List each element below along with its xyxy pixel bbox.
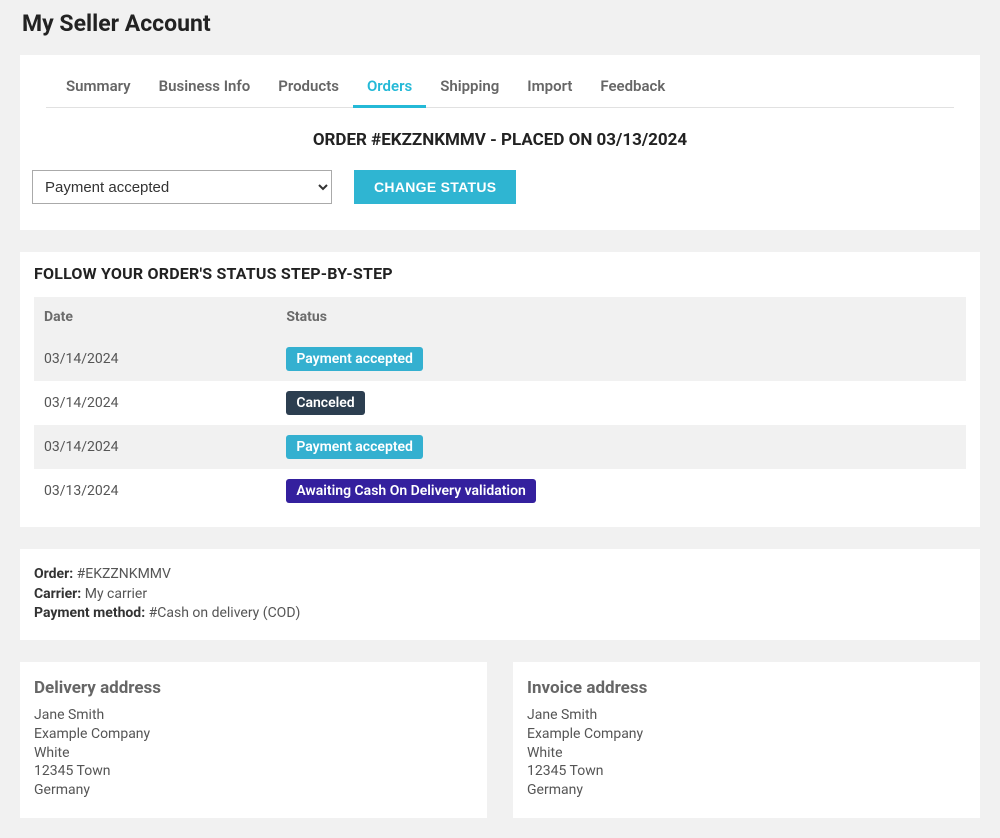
address-country: Germany <box>34 781 473 800</box>
tab-feedback[interactable]: Feedback <box>586 67 679 108</box>
status-history-card: FOLLOW YOUR ORDER'S STATUS STEP-BY-STEP … <box>20 252 980 527</box>
order-value: #EKZZNKMMV <box>77 566 171 582</box>
status-badge: Awaiting Cash On Delivery validation <box>286 479 536 503</box>
address-city: 12345 Town <box>527 762 966 781</box>
delivery-address-title: Delivery address <box>34 678 473 698</box>
invoice-address-card: Invoice address Jane Smith Example Compa… <box>513 662 980 818</box>
payment-method-value: #Cash on delivery (COD) <box>149 605 301 621</box>
cell-status: Canceled <box>276 381 966 425</box>
address-country: Germany <box>527 781 966 800</box>
cell-status: Awaiting Cash On Delivery validation <box>276 469 966 513</box>
col-status: Status <box>276 297 966 337</box>
status-history-title: FOLLOW YOUR ORDER'S STATUS STEP-BY-STEP <box>34 264 966 283</box>
tab-products[interactable]: Products <box>264 67 353 108</box>
status-change-row: Payment accepted CHANGE STATUS <box>32 170 954 204</box>
delivery-address-card: Delivery address Jane Smith Example Comp… <box>20 662 487 818</box>
col-date: Date <box>34 297 276 337</box>
tab-summary[interactable]: Summary <box>52 67 145 108</box>
address-name: Jane Smith <box>34 706 473 725</box>
tabs-bar: Summary Business Info Products Orders Sh… <box>46 67 954 108</box>
change-status-button[interactable]: CHANGE STATUS <box>354 170 516 204</box>
table-row: 03/13/2024 Awaiting Cash On Delivery val… <box>34 469 966 513</box>
delivery-address-body: Jane Smith Example Company White 12345 T… <box>34 706 473 800</box>
table-row: 03/14/2024 Payment accepted <box>34 337 966 381</box>
carrier-value: My carrier <box>85 586 147 602</box>
cell-date: 03/14/2024 <box>34 381 276 425</box>
address-company: Example Company <box>527 725 966 744</box>
table-row: 03/14/2024 Payment accepted <box>34 425 966 469</box>
cell-date: 03/14/2024 <box>34 425 276 469</box>
tab-business-info[interactable]: Business Info <box>145 67 265 108</box>
invoice-address-body: Jane Smith Example Company White 12345 T… <box>527 706 966 800</box>
order-heading: ORDER #EKZZNKMMV - PLACED ON 03/13/2024 <box>46 130 954 150</box>
address-company: Example Company <box>34 725 473 744</box>
status-badge: Payment accepted <box>286 347 423 371</box>
order-label: Order: <box>34 566 73 582</box>
tab-import[interactable]: Import <box>513 67 586 108</box>
cell-status: Payment accepted <box>276 337 966 381</box>
address-city: 12345 Town <box>34 762 473 781</box>
cell-date: 03/13/2024 <box>34 469 276 513</box>
order-card: Summary Business Info Products Orders Sh… <box>20 55 980 230</box>
status-history-table: Date Status 03/14/2024 Payment accepted … <box>34 297 966 513</box>
address-row: Delivery address Jane Smith Example Comp… <box>20 662 980 818</box>
table-row: 03/14/2024 Canceled <box>34 381 966 425</box>
carrier-label: Carrier: <box>34 586 81 602</box>
cell-date: 03/14/2024 <box>34 337 276 381</box>
tab-orders[interactable]: Orders <box>353 67 426 108</box>
address-name: Jane Smith <box>527 706 966 725</box>
tab-shipping[interactable]: Shipping <box>426 67 513 108</box>
status-badge: Payment accepted <box>286 435 423 459</box>
cell-status: Payment accepted <box>276 425 966 469</box>
order-summary-block: Order: #EKZZNKMMV Carrier: My carrier Pa… <box>20 549 980 640</box>
payment-method-label: Payment method: <box>34 605 145 621</box>
invoice-address-title: Invoice address <box>527 678 966 698</box>
address-line: White <box>34 744 473 763</box>
page-title: My Seller Account <box>22 10 980 37</box>
status-select[interactable]: Payment accepted <box>32 170 332 204</box>
address-line: White <box>527 744 966 763</box>
status-badge: Canceled <box>286 391 364 415</box>
